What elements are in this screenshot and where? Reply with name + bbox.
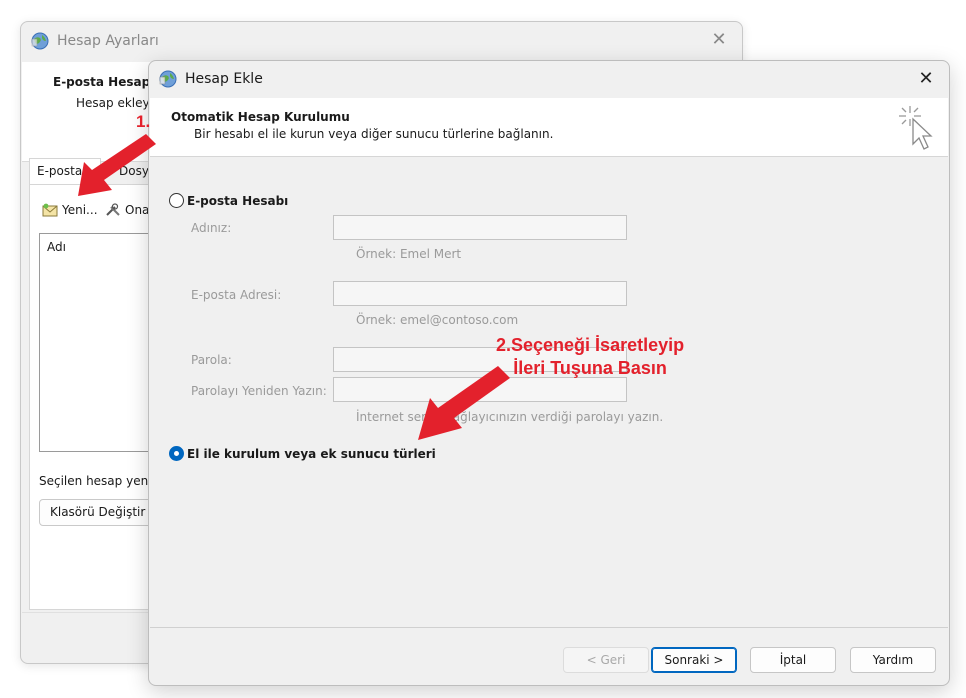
email-address-label: E-posta Adresi: <box>191 288 282 302</box>
email-address-input[interactable] <box>333 281 627 306</box>
dialog-title: Hesap Ekle <box>185 71 263 87</box>
list-column-name: Adı <box>47 240 66 254</box>
step2-annotation: 2.Seçeneği İsaretleyip İleri Tuşuna Bası… <box>496 334 684 380</box>
help-button[interactable]: Yardım <box>850 647 936 673</box>
manual-setup-radio[interactable] <box>169 446 184 461</box>
annotation-arrow-1 <box>78 134 156 196</box>
back-button[interactable]: < Geri <box>563 647 649 673</box>
step2-line2: İleri Tuşuna Basın <box>513 358 667 378</box>
close-icon[interactable]: ✕ <box>708 29 730 51</box>
dialog-footer: < Geri Sonraki > İptal Yardım <box>150 627 948 685</box>
email-account-option-label: E-posta Hesabı <box>187 194 289 208</box>
header-title: E-posta Hesapla <box>53 75 163 89</box>
account-settings-titlebar: Hesap Ayarları ✕ <box>21 22 742 60</box>
window-title: Hesap Ayarları <box>57 33 159 49</box>
cursor-sparkle-icon <box>899 106 933 150</box>
new-account-button[interactable]: Yeni... <box>42 203 98 217</box>
email-hint: Örnek: emel@contoso.com <box>356 313 519 327</box>
cancel-button[interactable]: İptal <box>750 647 836 673</box>
repair-button[interactable]: Ona <box>105 203 149 217</box>
close-icon[interactable]: ✕ <box>915 68 937 90</box>
name-input[interactable] <box>333 215 627 240</box>
header-subtitle: Bir hesabı el ile kurun veya diğer sunuc… <box>194 127 554 141</box>
name-label: Adınız: <box>191 221 232 235</box>
password-label: Parola: <box>191 353 232 367</box>
manual-setup-option-label: El ile kurulum veya ek sunucu türleri <box>187 447 436 461</box>
email-account-radio[interactable] <box>169 193 184 208</box>
name-hint: Örnek: Emel Mert <box>356 247 462 261</box>
outlook-globe-icon <box>31 32 49 50</box>
selected-account-text: Seçilen hesap yeni <box>39 474 152 488</box>
account-list[interactable]: Adı <box>39 233 159 452</box>
header-title: Otomatik Hesap Kurulumu <box>171 110 350 124</box>
new-mail-icon <box>42 203 58 217</box>
step2-line1: 2.Seçeneği İsaretleyip <box>496 335 685 355</box>
repair-label: Ona <box>125 203 150 217</box>
outlook-globe-icon <box>159 70 177 88</box>
password-confirm-label: Parolayı Yeniden Yazın: <box>191 384 327 398</box>
annotation-arrow-2 <box>418 366 510 440</box>
dialog-header: Otomatik Hesap Kurulumu Bir hesabı el il… <box>150 98 948 157</box>
dialog-titlebar: Hesap Ekle ✕ <box>149 61 949 98</box>
new-account-label: Yeni... <box>62 203 98 217</box>
next-button[interactable]: Sonraki > <box>651 647 737 673</box>
header-subtitle: Hesap ekleye <box>76 96 157 110</box>
tools-icon <box>106 203 120 216</box>
